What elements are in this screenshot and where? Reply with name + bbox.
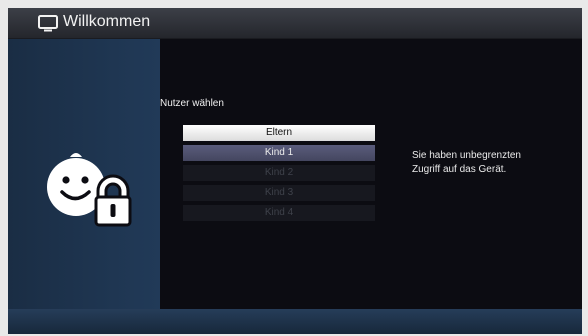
screen: Willkommen Nutzer wählen Eltern Kind 1 K… xyxy=(8,8,582,334)
access-info-line-1: Sie haben unbegrenzten xyxy=(412,150,521,161)
user-option-kind-2: Kind 2 xyxy=(183,165,375,181)
access-info-text: Sie haben unbegrenzten Zugriff auf das G… xyxy=(412,149,572,177)
select-user-label: Nutzer wählen xyxy=(160,98,224,109)
child-lock-icon xyxy=(47,153,132,227)
user-option-kind-4: Kind 4 xyxy=(183,205,375,221)
sidebar xyxy=(8,39,160,309)
user-option-kind-1[interactable]: Kind 1 xyxy=(183,145,375,161)
user-list: Eltern Kind 1 Kind 2 Kind 3 Kind 4 xyxy=(183,125,375,225)
user-option-kind-3: Kind 3 xyxy=(183,185,375,201)
title-bar: Willkommen xyxy=(8,8,582,39)
access-info-line-2: Zugriff auf das Gerät. xyxy=(412,164,507,175)
tv-icon xyxy=(38,15,58,32)
user-option-eltern[interactable]: Eltern xyxy=(183,125,375,141)
footer-bar xyxy=(8,309,582,334)
window-title: Willkommen xyxy=(63,13,151,30)
